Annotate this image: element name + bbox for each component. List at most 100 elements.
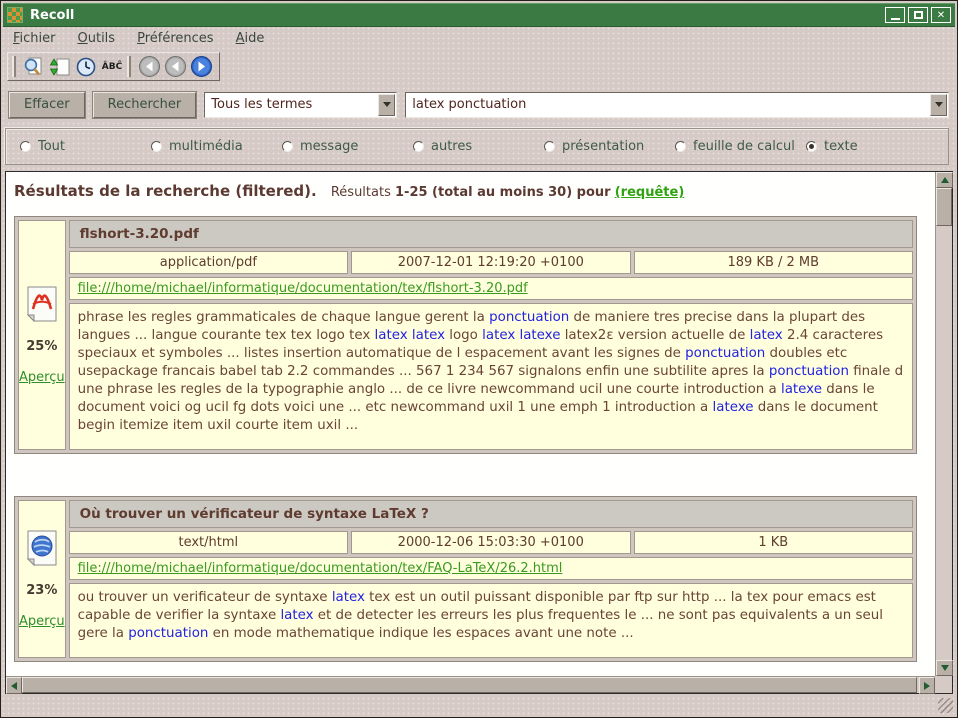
result-2-date: 2000-12-06 15:03:30 +0100	[351, 531, 630, 554]
result-2-url-link[interactable]: file:///home/michael/informatique/docume…	[78, 561, 563, 576]
radio-message[interactable]: message	[282, 139, 413, 154]
abc-spell-icon: ÂBĈ	[102, 62, 122, 72]
pdf-file-icon[interactable]	[24, 285, 60, 323]
search-input[interactable]	[406, 97, 929, 112]
result-1-url-link[interactable]: file:///home/michael/informatique/docume…	[78, 281, 528, 296]
titlebar[interactable]: Recoll ✕	[3, 3, 955, 27]
search-mode-combobox[interactable]: Tous les termes	[204, 92, 397, 118]
clock-icon	[75, 56, 97, 78]
radio-icon	[151, 141, 162, 152]
recoll-window: Recoll ✕ Fichier Outils Préférences Aide	[0, 0, 958, 718]
results-stats: 1-25 (total au moins 30) pour	[395, 185, 611, 200]
result-2-size: 1 KB	[634, 531, 914, 554]
horizontal-scroll-thumb[interactable]	[22, 677, 917, 693]
query-details-link[interactable]: (requête)	[615, 185, 685, 200]
arrow-down-icon	[941, 665, 949, 671]
result-1-icon-column: 25% Aperçu	[18, 220, 66, 450]
menu-aide[interactable]: Aide	[236, 31, 265, 46]
radio-presentation[interactable]: présentation	[544, 139, 675, 154]
result-2-title[interactable]: Où trouver un vérificateur de syntaxe La…	[69, 500, 913, 528]
result-2-icon-column: 23% Aperçu	[18, 500, 66, 658]
maximize-icon	[914, 11, 923, 19]
menu-fichier[interactable]: Fichier	[13, 31, 56, 46]
back-circle-icon	[164, 55, 187, 78]
result-item-2: 23% Aperçu Où trouver un vérificateur de…	[14, 496, 917, 662]
results-lead: Résultats	[331, 185, 391, 200]
menu-outils[interactable]: Outils	[78, 31, 116, 46]
maximize-button[interactable]	[908, 7, 928, 23]
vertical-scroll-thumb[interactable]	[936, 188, 952, 226]
radio-icon	[675, 141, 686, 152]
result-1-size: 189 KB / 2 MB	[634, 251, 913, 274]
radio-texte[interactable]: texte	[806, 139, 858, 154]
results-header: Résultats de la recherche (filtered). Ré…	[12, 180, 929, 200]
results-title: Résultats de la recherche (filtered).	[14, 182, 317, 200]
result-2-url-cell: file:///home/michael/informatique/docume…	[69, 557, 913, 580]
scroll-left-button[interactable]	[6, 677, 22, 694]
preview-link[interactable]: Aperçu	[19, 614, 65, 629]
query-combobox[interactable]	[405, 92, 949, 118]
menu-preferences[interactable]: Préférences	[137, 31, 213, 46]
search-controls: Effacer Rechercher Tous les termes	[5, 91, 953, 118]
arrow-right-icon	[924, 682, 930, 690]
close-icon: ✕	[937, 10, 945, 21]
scrollbar-corner	[935, 676, 952, 693]
radio-feuille-de-calcul[interactable]: feuille de calcul	[675, 139, 806, 154]
chevron-down-icon	[383, 102, 391, 107]
mode-dropdown-arrow[interactable]	[378, 94, 395, 116]
vertical-scroll-trough[interactable]	[936, 226, 952, 660]
first-page-button[interactable]	[136, 55, 162, 79]
radio-icon	[20, 141, 31, 152]
scroll-down-button[interactable]	[936, 660, 953, 676]
minimize-icon	[891, 18, 900, 20]
window-bottom-edge	[5, 694, 953, 717]
forward-circle-icon	[190, 55, 213, 78]
scroll-up-button[interactable]	[936, 172, 953, 188]
arrow-left-icon	[11, 682, 17, 690]
horizontal-scrollbar[interactable]	[6, 676, 935, 693]
previous-page-button[interactable]	[162, 55, 188, 79]
radio-multimedia[interactable]: multimédia	[151, 139, 282, 154]
radio-icon	[282, 141, 293, 152]
toolbar-handle-2[interactable]	[127, 56, 131, 77]
menubar: Fichier Outils Préférences Aide	[5, 27, 953, 50]
toolbar-panel: ÂBĈ	[7, 52, 220, 81]
sort-parameters-button[interactable]	[47, 55, 73, 79]
clear-button[interactable]: Effacer	[9, 92, 85, 118]
scroll-right-button[interactable]	[919, 677, 935, 694]
result-2-mime: text/html	[69, 531, 348, 554]
radio-icon	[413, 141, 424, 152]
preview-link[interactable]: Aperçu	[19, 370, 65, 385]
result-1-url-cell: file:///home/michael/informatique/docume…	[69, 277, 913, 300]
next-page-button[interactable]	[188, 55, 214, 79]
toolbar-handle[interactable]	[12, 56, 16, 77]
back-circle-icon	[138, 55, 161, 78]
result-1-mime: application/pdf	[69, 251, 348, 274]
app-icon	[7, 7, 23, 23]
vertical-scrollbar[interactable]	[935, 172, 952, 676]
arrow-up-icon	[941, 177, 949, 183]
close-button[interactable]: ✕	[931, 7, 951, 23]
term-explorer-button[interactable]: ÂBĈ	[99, 55, 125, 79]
result-1-title[interactable]: flshort-3.20.pdf	[69, 220, 913, 248]
document-search-icon	[23, 56, 45, 78]
result-1-date: 2007-12-01 12:19:20 +0100	[351, 251, 630, 274]
relevance-percent: 23%	[26, 583, 57, 598]
query-dropdown-arrow[interactable]	[930, 94, 947, 116]
search-button[interactable]: Rechercher	[93, 92, 197, 118]
radio-tout[interactable]: Tout	[20, 139, 151, 154]
chevron-down-icon	[935, 102, 943, 107]
sort-by-date-button[interactable]	[73, 55, 99, 79]
relevance-percent: 25%	[26, 339, 57, 354]
result-2-snippet: ou trouver un verificateur de syntaxe la…	[69, 583, 913, 658]
minimize-button[interactable]	[885, 7, 905, 23]
radio-autres[interactable]: autres	[413, 139, 544, 154]
window-title: Recoll	[30, 8, 885, 23]
radio-icon	[544, 141, 555, 152]
new-search-button[interactable]	[21, 55, 47, 79]
document-sort-icon	[49, 56, 71, 78]
results-list: Résultats de la recherche (filtered). Ré…	[6, 172, 935, 676]
category-filter-frame: Tout multimédia message autres présentat…	[5, 128, 949, 165]
resize-grip[interactable]	[938, 698, 953, 713]
html-file-icon[interactable]	[24, 529, 60, 567]
